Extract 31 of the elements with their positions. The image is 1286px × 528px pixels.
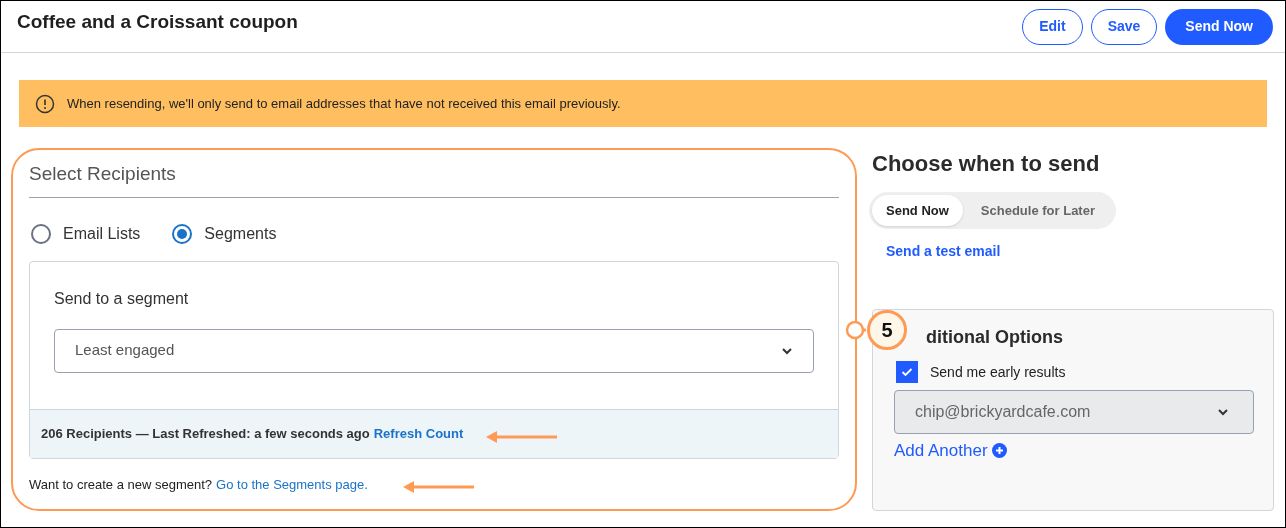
refresh-count-link[interactable]: Refresh Count (373, 423, 464, 444)
field-label: Send to a segment (54, 288, 190, 309)
header-button[interactable]: Edit (1022, 8, 1083, 45)
step-number-badge: 5 (867, 310, 907, 350)
radio-button[interactable] (172, 223, 193, 244)
header-button[interactable]: Save (1090, 8, 1158, 45)
schedule-tab[interactable]: Schedule for Later (962, 195, 1113, 226)
page-title: Coffee and a Croissant coupon (17, 10, 298, 35)
radio-button[interactable] (31, 223, 51, 244)
segments-page-link[interactable]: Go to the Segments page. (216, 474, 368, 494)
checkbox[interactable] (896, 361, 918, 383)
add-another-link[interactable]: Add Another (894, 438, 1007, 464)
warning-icon (35, 93, 55, 114)
banner-text: When resending, we'll only send to email addresses that have not received this email previously. (67, 94, 621, 113)
radio-label: Segments (204, 223, 277, 244)
chevron-down-icon (781, 346, 793, 355)
radio-label: Email Lists (63, 223, 141, 244)
chevron-down-icon (1217, 408, 1229, 416)
recipient-count: 206 Recipients — Last Refreshed: a few seconds ago (41, 424, 370, 443)
schedule-tab[interactable]: Send Now (872, 195, 963, 226)
checkmark-icon (901, 367, 913, 377)
email-dropdown[interactable]: chip@brickyardcafe.com (894, 390, 1254, 434)
test-email-link[interactable]: Send a test email (886, 241, 1001, 262)
panel-title: ditional Options (925, 326, 1064, 349)
plus-circle-icon (991, 443, 1007, 459)
section-heading: Choose when to send (872, 150, 1101, 178)
section-title: Select Recipients (29, 160, 839, 198)
segment-dropdown[interactable]: Least engaged (54, 328, 814, 373)
send-now-button[interactable]: Send Now (1165, 8, 1273, 45)
checkbox-label: Send me early results (930, 362, 1066, 382)
create-segment-text: Want to create a new segment? (29, 475, 213, 494)
